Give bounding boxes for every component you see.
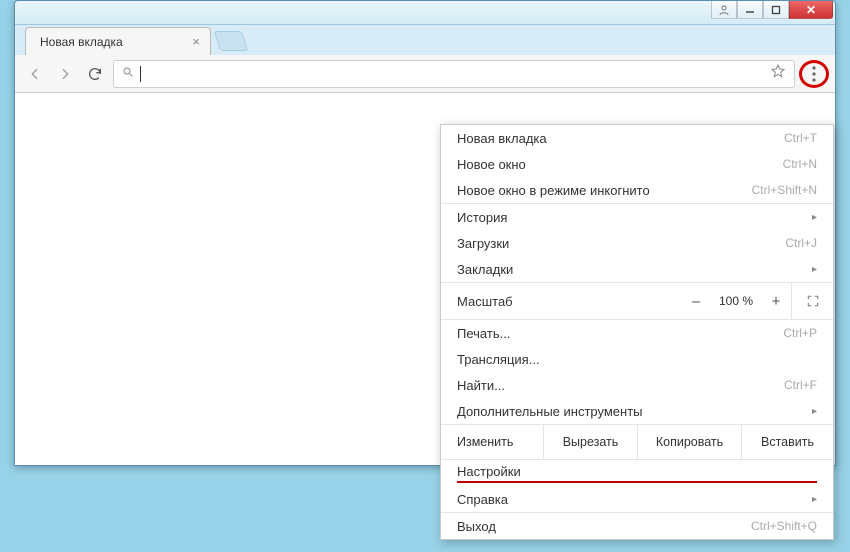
menu-item-new-tab[interactable]: Новая вкладкаCtrl+T <box>441 125 833 151</box>
back-button[interactable] <box>23 62 47 86</box>
close-button[interactable]: ✕ <box>789 1 833 19</box>
menu-item-exit[interactable]: ВыходCtrl+Shift+Q <box>441 513 833 539</box>
text-cursor <box>140 66 141 82</box>
minimize-button[interactable] <box>737 1 763 19</box>
new-tab-button[interactable] <box>214 31 248 51</box>
profile-button[interactable] <box>711 1 737 19</box>
fullscreen-button[interactable] <box>791 283 833 319</box>
menu-item-cast[interactable]: Трансляция... <box>441 346 833 372</box>
bookmark-star-icon[interactable] <box>770 63 786 84</box>
omnibox[interactable] <box>113 60 795 88</box>
chevron-right-icon: ▸ <box>812 406 817 417</box>
cut-button[interactable]: Вырезать <box>543 425 637 459</box>
menu-item-print[interactable]: Печать...Ctrl+P <box>441 320 833 346</box>
menu-item-downloads[interactable]: ЗагрузкиCtrl+J <box>441 230 833 256</box>
edit-label: Изменить <box>441 425 543 459</box>
menu-item-bookmarks[interactable]: Закладки▸ <box>441 256 833 282</box>
zoom-in-button[interactable]: + <box>761 293 791 310</box>
reload-button[interactable] <box>83 62 107 86</box>
address-input[interactable] <box>147 61 764 87</box>
copy-button[interactable]: Копировать <box>637 425 741 459</box>
menu-item-zoom: Масштаб – 100 % + <box>441 283 833 319</box>
paste-button[interactable]: Вставить <box>741 425 833 459</box>
zoom-value: 100 % <box>711 294 761 308</box>
tab-close-icon[interactable]: × <box>192 34 200 49</box>
search-icon <box>122 65 134 83</box>
zoom-out-button[interactable]: – <box>681 293 711 310</box>
menu-item-find[interactable]: Найти...Ctrl+F <box>441 372 833 398</box>
menu-item-history[interactable]: История▸ <box>441 204 833 230</box>
menu-item-new-window[interactable]: Новое окноCtrl+N <box>441 151 833 177</box>
chevron-right-icon: ▸ <box>812 264 817 275</box>
tab-title: Новая вкладка <box>40 35 123 49</box>
tab-new[interactable]: Новая вкладка × <box>25 27 211 55</box>
menu-item-edit: Изменить Вырезать Копировать Вставить <box>441 425 833 459</box>
titlebar: ✕ <box>15 1 835 25</box>
forward-button[interactable] <box>53 62 77 86</box>
menu-button[interactable] <box>801 61 827 87</box>
menu-item-incognito[interactable]: Новое окно в режиме инкогнитоCtrl+Shift+… <box>441 177 833 203</box>
menu-item-help[interactable]: Справка▸ <box>441 486 833 512</box>
chevron-right-icon: ▸ <box>812 494 817 505</box>
chevron-right-icon: ▸ <box>812 212 817 223</box>
tab-strip: Новая вкладка × <box>15 25 835 55</box>
menu-item-more-tools[interactable]: Дополнительные инструменты▸ <box>441 398 833 424</box>
main-menu-dropdown: Новая вкладкаCtrl+T Новое окноCtrl+N Нов… <box>440 124 834 540</box>
menu-item-settings[interactable]: Настройки <box>441 460 833 486</box>
toolbar <box>15 55 835 93</box>
maximize-button[interactable] <box>763 1 789 19</box>
